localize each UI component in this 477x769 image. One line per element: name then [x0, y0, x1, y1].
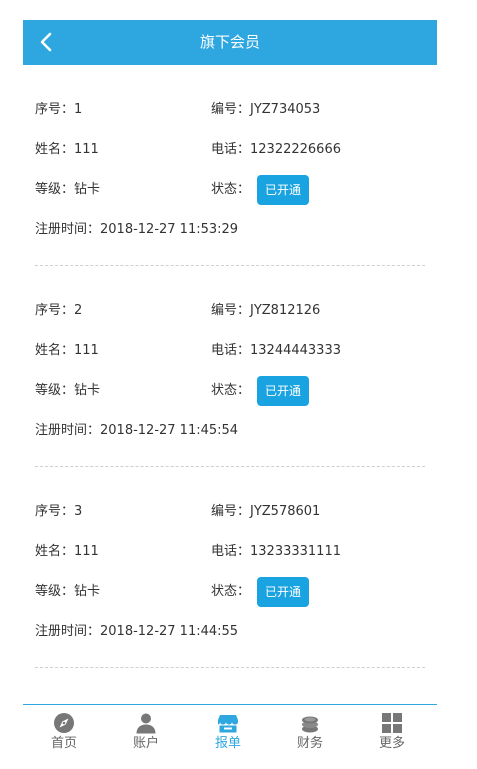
nav-item-account[interactable]: 账户	[105, 705, 187, 755]
nav-item-finance[interactable]: 财务	[269, 705, 351, 755]
member-level: 等级：钻卡	[35, 584, 101, 599]
card-divider	[35, 667, 425, 668]
header-bar: 旗下会员	[23, 20, 437, 65]
member-name: 姓名：111	[35, 544, 99, 559]
member-level: 等级：钻卡	[35, 383, 101, 398]
status-badge[interactable]: 已开通	[257, 376, 309, 406]
nav-label: 更多	[378, 736, 405, 751]
member-seq: 序号：2	[35, 303, 83, 318]
member-code: 编号：JYZ812126	[211, 303, 321, 318]
member-reg-time: 注册时间：2018-12-27 11:44:55	[35, 624, 239, 639]
app-screen: 旗下会员 序号：1 编号：JYZ734053 姓名：111 电话：1232222…	[23, 20, 437, 769]
member-status-label: 状态：	[211, 383, 251, 398]
member-reg-time: 注册时间：2018-12-27 11:45:54	[35, 423, 239, 438]
member-phone: 电话：13244443333	[211, 343, 341, 358]
user-icon	[135, 712, 157, 734]
member-list: 序号：1 编号：JYZ734053 姓名：111 电话：12322226666 …	[23, 65, 437, 668]
nav-item-home[interactable]: 首页	[23, 705, 105, 755]
nav-label: 首页	[50, 736, 77, 751]
grid-icon	[381, 712, 403, 734]
nav-label: 报单	[214, 736, 241, 751]
member-seq: 序号：1	[35, 102, 83, 117]
member-card: 序号：1 编号：JYZ734053 姓名：111 电话：12322226666 …	[35, 65, 425, 266]
nav-label: 财务	[296, 736, 323, 751]
page-title: 旗下会员	[199, 33, 260, 51]
member-code: 编号：JYZ734053	[211, 102, 321, 117]
member-name: 姓名：111	[35, 142, 99, 157]
store-icon	[217, 712, 239, 734]
bottom-nav: 首页 账户 报单 财务 更多	[23, 704, 437, 769]
nav-item-orders[interactable]: 报单	[187, 705, 269, 755]
member-seq: 序号：3	[35, 504, 83, 519]
compass-icon	[53, 712, 75, 734]
status-badge[interactable]: 已开通	[257, 577, 309, 607]
coins-icon	[299, 712, 321, 734]
member-card: 序号：3 编号：JYZ578601 姓名：111 电话：13233331111 …	[35, 467, 425, 668]
member-code: 编号：JYZ578601	[211, 504, 321, 519]
nav-label: 账户	[132, 736, 159, 751]
member-status-label: 状态：	[211, 584, 251, 599]
nav-item-more[interactable]: 更多	[351, 705, 433, 755]
member-name: 姓名：111	[35, 343, 99, 358]
member-reg-time: 注册时间：2018-12-27 11:53:29	[35, 222, 239, 237]
member-phone: 电话：13233331111	[211, 544, 341, 559]
member-phone: 电话：12322226666	[211, 142, 341, 157]
status-badge[interactable]: 已开通	[257, 175, 309, 205]
member-status-label: 状态：	[211, 182, 251, 197]
member-level: 等级：钻卡	[35, 182, 101, 197]
member-card: 序号：2 编号：JYZ812126 姓名：111 电话：13244443333 …	[35, 266, 425, 467]
